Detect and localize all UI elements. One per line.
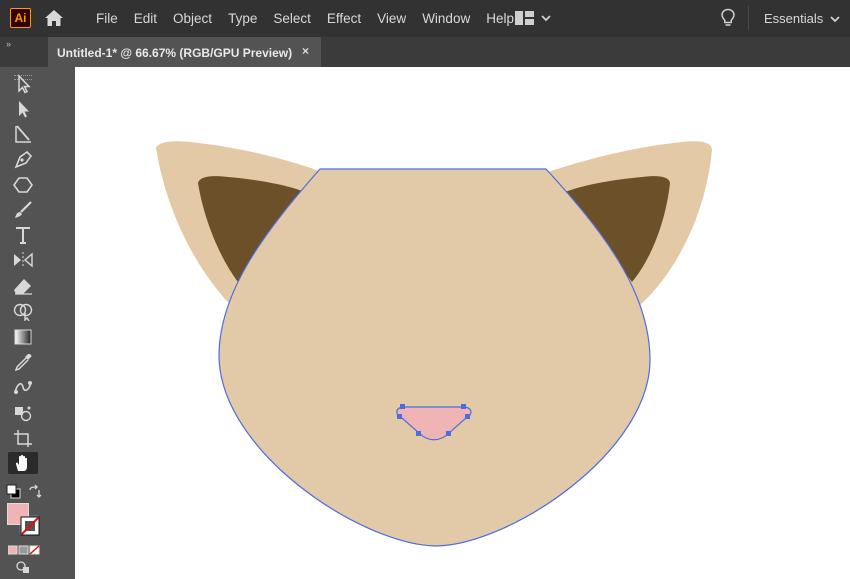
discover-lightbulb-icon[interactable] <box>720 8 736 28</box>
workspace-label: Essentials <box>764 11 824 26</box>
drawing-modes-icon[interactable] <box>15 560 31 574</box>
menu-edit[interactable]: Edit <box>126 0 165 37</box>
chevron-down-icon <box>541 15 551 22</box>
menu-items: File Edit Object Type Select Effect View… <box>88 0 522 37</box>
color-mode-icon <box>7 545 18 555</box>
reflect-tool-icon[interactable] <box>9 249 37 271</box>
home-icon[interactable] <box>43 8 65 28</box>
type-tool-icon[interactable] <box>9 224 37 246</box>
app-logo: Ai <box>10 8 31 28</box>
color-mode-buttons <box>7 542 40 555</box>
symbol-sprayer-tool-icon[interactable] <box>9 402 37 424</box>
menu-effect[interactable]: Effect <box>319 0 369 37</box>
menu-separator <box>748 6 749 30</box>
menu-object[interactable]: Object <box>165 0 220 37</box>
polygon-tool-icon[interactable] <box>9 174 37 196</box>
arrange-documents-button[interactable] <box>514 9 554 27</box>
document-tab-title: Untitled-1* @ 66.67% (RGB/GPU Preview) <box>57 45 293 60</box>
default-fill-stroke-icon[interactable] <box>6 484 22 500</box>
menu-bar: Ai File Edit Object Type Select Effect V… <box>0 0 850 37</box>
workspace-switcher[interactable]: Essentials <box>764 0 841 37</box>
eyedropper-tool-icon[interactable] <box>9 351 37 373</box>
collapse-panel-icon[interactable]: » <box>6 39 11 49</box>
chevron-down-icon <box>830 15 840 22</box>
menu-select[interactable]: Select <box>265 0 319 37</box>
menu-type[interactable]: Type <box>220 0 265 37</box>
paintbrush-tool-icon[interactable] <box>9 199 37 221</box>
direct-selection-tool-icon[interactable] <box>9 98 37 120</box>
artboard-tool-icon[interactable] <box>9 427 37 449</box>
menu-window[interactable]: Window <box>414 0 478 37</box>
eraser-tool-icon[interactable] <box>9 275 37 297</box>
close-tab-button[interactable]: × <box>302 44 309 58</box>
pen-tool-icon[interactable] <box>9 148 37 170</box>
arrange-documents-icon <box>515 11 534 25</box>
blend-tool-icon[interactable] <box>9 376 37 398</box>
app-logo-text: Ai <box>14 11 27 25</box>
document-tab[interactable]: Untitled-1* @ 66.67% (RGB/GPU Preview) × <box>48 37 321 68</box>
shape-builder-tool-icon[interactable] <box>9 300 37 322</box>
swap-fill-stroke-icon[interactable] <box>27 484 43 500</box>
menu-view[interactable]: View <box>369 0 414 37</box>
gradient-mode-icon <box>18 545 29 555</box>
stroke-color-swatch[interactable] <box>20 516 40 536</box>
hand-tool-icon[interactable] <box>9 452 37 474</box>
selection-tool-icon[interactable] <box>9 73 37 95</box>
menu-file[interactable]: File <box>88 0 126 37</box>
gradient-tool-icon[interactable] <box>9 326 37 348</box>
artboard[interactable] <box>75 67 850 579</box>
line-segment-tool-icon[interactable] <box>9 123 37 145</box>
